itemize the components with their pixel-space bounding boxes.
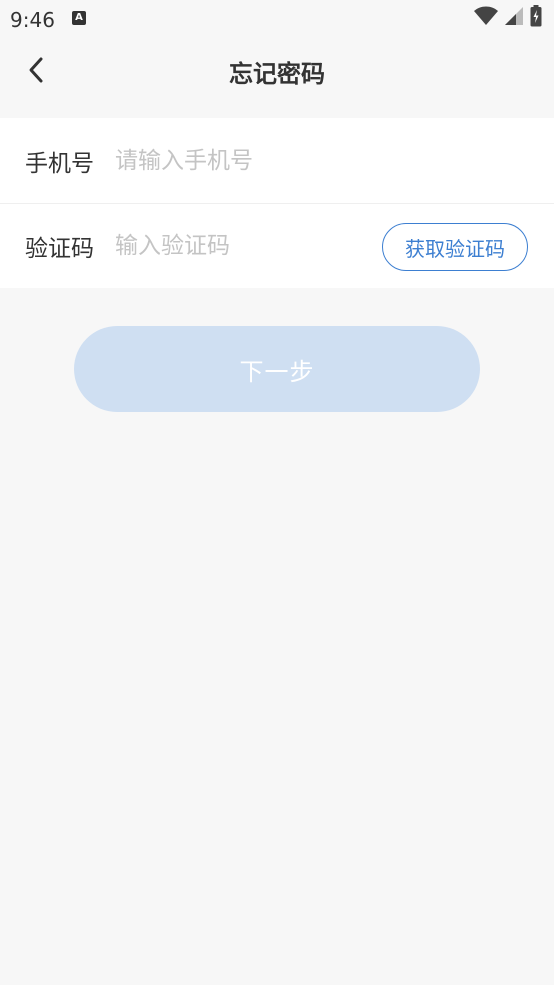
reset-form: 手机号 验证码 获取验证码 bbox=[0, 118, 554, 288]
phone-row: 手机号 bbox=[0, 118, 554, 203]
phone-input[interactable] bbox=[115, 140, 355, 181]
verification-code-input[interactable] bbox=[115, 226, 315, 266]
get-code-button[interactable]: 获取验证码 bbox=[382, 223, 528, 271]
status-bar: 9:46 A bbox=[0, 0, 554, 36]
status-icons bbox=[474, 5, 542, 31]
page-title: 忘记密码 bbox=[229, 60, 325, 88]
status-time: 9:46 bbox=[10, 8, 55, 32]
next-step-button[interactable]: 下一步 bbox=[74, 326, 480, 412]
code-row: 验证码 获取验证码 bbox=[0, 203, 554, 288]
code-label: 验证码 bbox=[25, 236, 94, 262]
app-header: 忘记密码 bbox=[0, 36, 554, 106]
phone-label: 手机号 bbox=[25, 150, 94, 177]
wifi-icon bbox=[474, 6, 498, 30]
battery-icon bbox=[530, 5, 542, 31]
forgot-password-screen: 9:46 A 忘记密码 手机号 请输入手机号 验证码 输入验证码 获取验证码 下… bbox=[0, 0, 554, 985]
cellular-signal-icon bbox=[504, 6, 524, 30]
notification-app-icon: A bbox=[72, 11, 86, 25]
